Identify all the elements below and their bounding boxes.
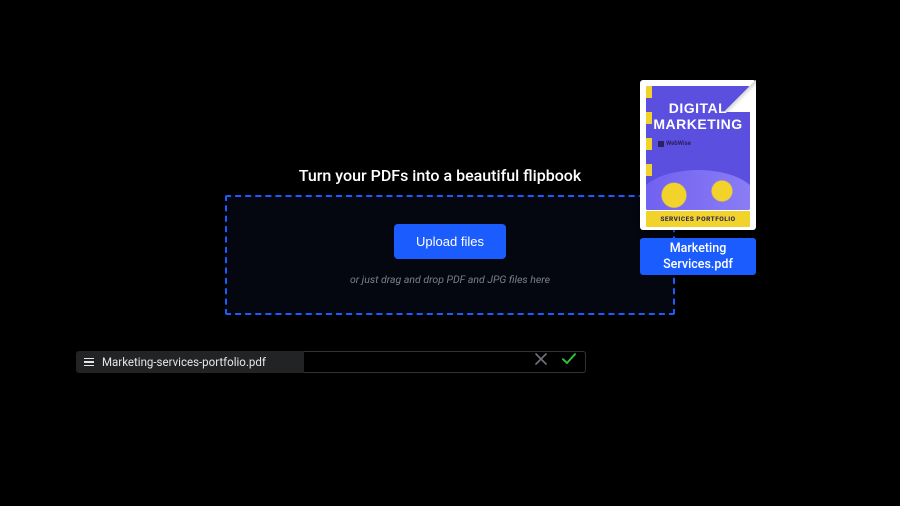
dragged-file[interactable]: DIGITAL MARKETING WebWise SERVICES PORTF… [640,80,756,275]
menu-icon[interactable] [84,358,94,366]
save-file-pill: Marketing-services-portfolio.pdf [76,351,304,373]
file-thumbnail: DIGITAL MARKETING WebWise SERVICES PORTF… [640,80,756,230]
thumb-art [646,170,750,210]
close-icon[interactable] [535,353,547,365]
thumb-brand: WebWise [658,140,691,147]
thumb-footer: SERVICES PORTFOLIO [646,211,750,227]
check-icon[interactable] [561,351,577,367]
thumb-title-line1: DIGITAL [669,100,727,116]
dropzone-hint: or just drag and drop PDF and JPG files … [350,273,550,286]
page-headline: Turn your PDFs into a beautiful flipbook [230,166,650,185]
dragged-file-caption: Marketing Services.pdf [640,238,756,275]
save-file-name: Marketing-services-portfolio.pdf [102,355,266,369]
thumb-title-line2: MARKETING [653,116,742,132]
upload-files-button[interactable]: Upload files [394,224,506,259]
download-save-bar: Marketing-services-portfolio.pdf [76,350,586,374]
upload-dropzone[interactable]: Upload files or just drag and drop PDF a… [225,195,675,315]
